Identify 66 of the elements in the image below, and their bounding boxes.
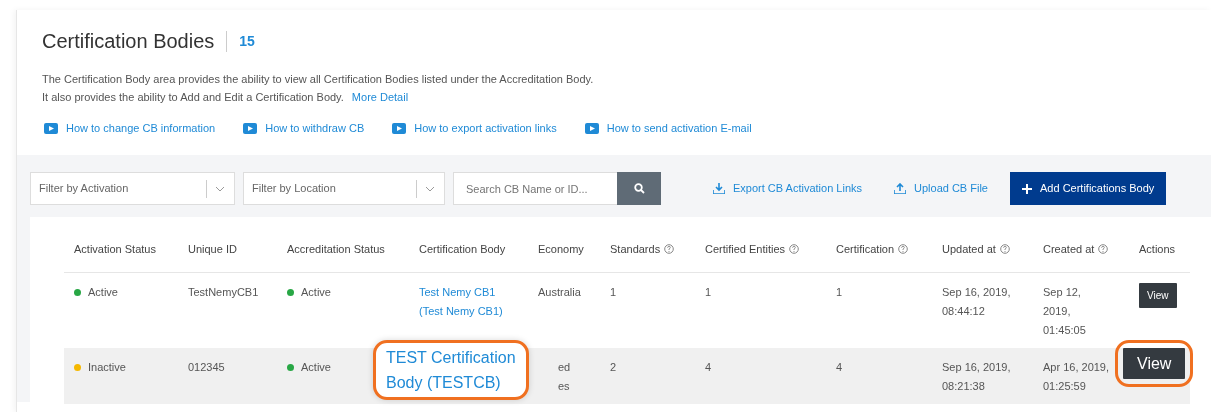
- column-header: Certification: [836, 242, 895, 257]
- column-header: Created at: [1043, 242, 1095, 257]
- column-header: Updated at: [942, 242, 996, 257]
- table-cell: 2: [610, 360, 617, 373]
- video-icon: [243, 122, 258, 134]
- status-text: Inactive: [88, 359, 126, 375]
- search-icon: [633, 183, 645, 194]
- description-text: It also provides the ability to Add and Edit a Certification Body.: [42, 90, 344, 105]
- column-header: Certified Entities: [705, 242, 786, 257]
- table-cell-text: Sep 16, 2019, 08:21:38: [942, 359, 1011, 394]
- placeholder-text: Filter by Location: [251, 181, 337, 197]
- table-cell-text: Sep 12, 2019, 01:45:05: [1043, 284, 1086, 338]
- help-link[interactable]: How to export activation links: [414, 120, 557, 137]
- view-button[interactable]: View: [1139, 282, 1177, 308]
- help-link[interactable]: How to send activation E-mail: [606, 120, 752, 137]
- add-button[interactable]: Add Certifications Body: [1010, 172, 1167, 205]
- column-header: Economy: [538, 242, 584, 257]
- status-text: Active: [88, 284, 118, 300]
- video-icon: [584, 122, 599, 134]
- export-link[interactable]: Export CB Activation Links: [733, 180, 862, 197]
- video-icon: [44, 122, 58, 134]
- certification-body-link[interactable]: TEST Certification Body (TESTCB): [373, 339, 529, 400]
- table-cell: 1: [610, 285, 617, 298]
- search-button[interactable]: [617, 172, 661, 205]
- view-button[interactable]: View: [1123, 347, 1186, 379]
- column-header: Unique ID: [188, 242, 237, 257]
- placeholder-text: Filter by Activation: [38, 181, 130, 197]
- help-link[interactable]: How to change CB information: [66, 120, 216, 137]
- table-cell-text: ed es: [557, 359, 571, 394]
- help-link[interactable]: How to withdraw CB: [265, 120, 365, 137]
- chevron-down-icon: [215, 185, 225, 192]
- filter-select[interactable]: Filter by Location: [243, 172, 445, 205]
- column-header: Certification Body: [419, 242, 506, 257]
- video-icon: [392, 122, 407, 134]
- more-detail-link[interactable]: More Detail: [351, 88, 409, 106]
- download-icon: [713, 183, 725, 194]
- table-cell: 4: [705, 360, 712, 373]
- upload-link[interactable]: Upload CB File: [914, 180, 988, 197]
- column-header: Activation Status: [74, 242, 156, 257]
- column-header: Standards: [610, 242, 661, 257]
- table-cell: TestNemyCB1: [188, 285, 259, 298]
- help-icon: [789, 244, 800, 255]
- help-icon: [664, 244, 675, 255]
- table-cell: 1: [705, 285, 712, 298]
- column-header: Accreditation Status: [287, 242, 385, 257]
- chevron-down-icon: [425, 185, 435, 192]
- filter-select[interactable]: Filter by Activation: [30, 172, 235, 205]
- status-text: Active: [301, 284, 331, 300]
- table-cell-text: Sep 16, 2019, 08:44:12: [942, 284, 1011, 319]
- table-cell-text: Apr 16, 2019, 01:25:59: [1043, 359, 1110, 394]
- upload-icon: [894, 183, 906, 194]
- status-text: Active: [301, 359, 331, 375]
- description-text: The Certification Body area provides the ability to view all Certification Bodies listed under the Accreditation Body.: [42, 72, 594, 87]
- count-badge: 15: [226, 30, 255, 52]
- table-cell: 1: [836, 285, 843, 298]
- search-field[interactable]: Search CB Name or ID...: [453, 172, 617, 205]
- help-icon: [1098, 244, 1109, 255]
- table-cell: 012345: [188, 360, 225, 373]
- help-icon: [898, 244, 909, 255]
- table-cell: 4: [836, 360, 843, 373]
- help-icon: [999, 244, 1010, 255]
- column-header: Actions: [1139, 242, 1176, 257]
- page-title: Certification Bodies: [42, 29, 215, 54]
- certification-body-link[interactable]: Test Nemy CB1 (Test Nemy CB1): [419, 282, 503, 321]
- plus-icon: [1022, 183, 1032, 194]
- table-cell-text: Australia: [538, 284, 581, 300]
